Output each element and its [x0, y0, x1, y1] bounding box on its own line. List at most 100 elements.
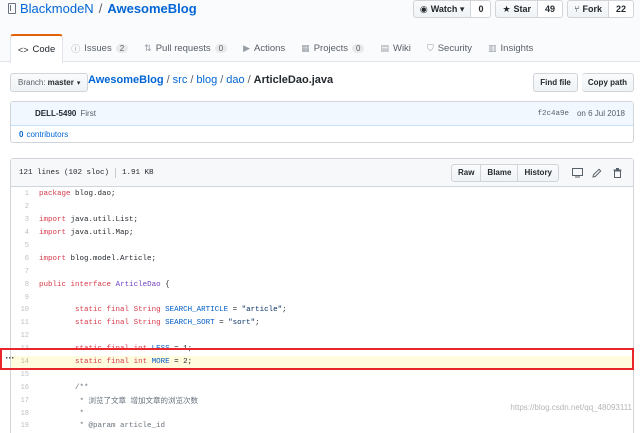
desktop-icon[interactable] [569, 165, 585, 181]
tab-issues-count: 2 [115, 44, 129, 53]
fork-group: ⑂ Fork 22 [567, 0, 634, 18]
line-number[interactable]: 19 [11, 422, 39, 430]
code-line: 13 static final int LESS = 1; [11, 343, 633, 356]
commit-meta: f2c4a9e on 6 Jul 2018 [537, 109, 625, 118]
tab-security-label: Security [437, 43, 473, 54]
watch-button[interactable]: ◉ Watch ▾ [412, 0, 472, 18]
code-line: 14 static final int MORE = 2; [11, 355, 633, 369]
code-line: 9 [11, 291, 633, 304]
line-number[interactable]: 12 [11, 332, 39, 340]
chevron-down-icon: ▾ [76, 79, 81, 87]
tab-pull-requests-count: 0 [214, 44, 228, 53]
copy-path-button[interactable]: Copy path [581, 73, 634, 92]
code-text: import blog.model.Article; [39, 254, 157, 263]
code-text: package blog.dao; [39, 190, 116, 199]
repo-title-separator: / [98, 1, 103, 16]
line-number[interactable]: 8 [11, 281, 39, 289]
tab-projects[interactable]: ▦ Projects 0 [293, 34, 372, 62]
commit-sha-link[interactable]: f2c4a9e [537, 110, 569, 118]
code-line: 1 package blog.dao; [11, 188, 633, 201]
history-button[interactable]: History [518, 163, 559, 182]
line-number[interactable]: 2 [11, 203, 39, 211]
line-number[interactable]: 5 [11, 242, 39, 250]
code-line: 5 [11, 240, 633, 253]
tab-insights-label: Insights [500, 43, 534, 54]
commit-message-link[interactable]: First [80, 109, 96, 118]
code-line: 3 import java.util.List; [11, 214, 633, 227]
repo-owner-link[interactable]: BlackmodeN [20, 1, 94, 16]
code-line: 4 import java.util.Map; [11, 227, 633, 240]
line-number[interactable]: 18 [11, 410, 39, 418]
line-number[interactable]: 11 [11, 319, 39, 327]
find-file-button[interactable]: Find file [533, 73, 578, 92]
breadcrumb-separator: / [220, 74, 224, 86]
line-number[interactable]: 7 [11, 268, 39, 276]
tab-projects-count: 0 [352, 44, 365, 53]
file-navigation: Find file Copy path [533, 73, 634, 92]
code-text: * [39, 409, 85, 418]
watch-count[interactable]: 0 [471, 0, 492, 18]
pencil-icon[interactable] [589, 165, 605, 181]
file-info-divider [115, 167, 117, 178]
file-size: 1.91 KB [122, 168, 154, 177]
watch-group: ◉ Watch ▾ 0 [412, 0, 492, 18]
tab-actions[interactable]: ▶ Actions [235, 34, 293, 62]
line-number[interactable]: 3 [11, 216, 39, 224]
code-table: 1 package blog.dao; 2 3 import java.util.Lis… [11, 188, 633, 433]
line-number[interactable]: 4 [11, 229, 39, 237]
star-button[interactable]: ★ Star [495, 0, 539, 18]
file-actions: Raw Blame History [450, 163, 625, 182]
breadcrumb-separator: / [247, 74, 251, 86]
branch-select-button[interactable]: Branch: master ▾ [10, 73, 89, 92]
breadcrumb-link-dao[interactable]: dao [226, 74, 244, 86]
code-text: static final int LESS = 1; [75, 345, 193, 354]
blame-button[interactable]: Blame [481, 163, 519, 182]
repo-name-link[interactable]: AwesomeBlog [107, 1, 196, 16]
line-number[interactable]: 1 [11, 190, 39, 198]
line-number[interactable]: 15 [11, 371, 39, 379]
tab-pull-requests[interactable]: ⇅ Pull requests 0 [136, 34, 235, 62]
file-header: 121 lines (102 sloc) 1.91 KB Raw Blame H… [11, 159, 633, 187]
code-line: 8 public interface ArticleDao { [11, 278, 633, 291]
tab-security[interactable]: ⛉ Security [419, 34, 480, 62]
fork-count[interactable]: 22 [608, 0, 634, 18]
fork-button[interactable]: ⑂ Fork [567, 0, 609, 18]
code-line: 15 [11, 368, 633, 381]
branch-value: master [47, 78, 74, 87]
file-viewer: 121 lines (102 sloc) 1.91 KB Raw Blame H… [10, 158, 634, 433]
line-number[interactable]: 16 [11, 384, 39, 392]
file-button-group: Raw Blame History [450, 163, 559, 182]
more-options-icon[interactable]: ··· [3, 352, 17, 364]
tab-wiki[interactable]: ▤ Wiki [372, 34, 418, 62]
star-label: Star [513, 4, 532, 14]
repo-title: BlackmodeN / AwesomeBlog [8, 1, 197, 16]
breadcrumb-link-src[interactable]: src [173, 74, 188, 86]
issue-icon: ⓘ [71, 44, 81, 54]
code-text: static final String SEARCH_ARTICLE = "ar… [75, 306, 287, 315]
breadcrumb-link-blog[interactable]: blog [196, 74, 217, 86]
pull-request-icon: ⇅ [144, 43, 152, 53]
code-text: public interface ArticleDao { [39, 280, 170, 289]
tab-insights[interactable]: ▥ Insights [480, 34, 541, 62]
contributors-label: contributors [26, 130, 69, 139]
trash-icon[interactable] [609, 165, 625, 181]
contributors-count: 0 [19, 130, 24, 139]
commit-author-link[interactable]: DELL-5490 [35, 109, 76, 118]
breadcrumb-root-link[interactable]: AwesomeBlog [88, 74, 164, 86]
tab-code[interactable]: <> Code [10, 34, 64, 63]
fork-label: Fork [582, 4, 602, 14]
line-number[interactable]: 10 [11, 306, 39, 314]
line-number[interactable]: 9 [11, 294, 39, 302]
code-icon: <> [18, 44, 29, 55]
code-line: 16 /** [11, 381, 633, 394]
contributors-link[interactable]: 0 contributors [11, 126, 633, 143]
repo-icon [8, 3, 16, 14]
book-icon: ▤ [380, 43, 389, 53]
line-number[interactable]: 6 [11, 255, 39, 263]
code-line: 7 [11, 265, 633, 278]
star-count[interactable]: 49 [538, 0, 564, 18]
code-text: static final int MORE = 2; [75, 358, 193, 367]
tab-issues[interactable]: ⓘ Issues 2 [63, 34, 136, 62]
raw-button[interactable]: Raw [450, 163, 482, 182]
line-number[interactable]: 17 [11, 397, 39, 405]
